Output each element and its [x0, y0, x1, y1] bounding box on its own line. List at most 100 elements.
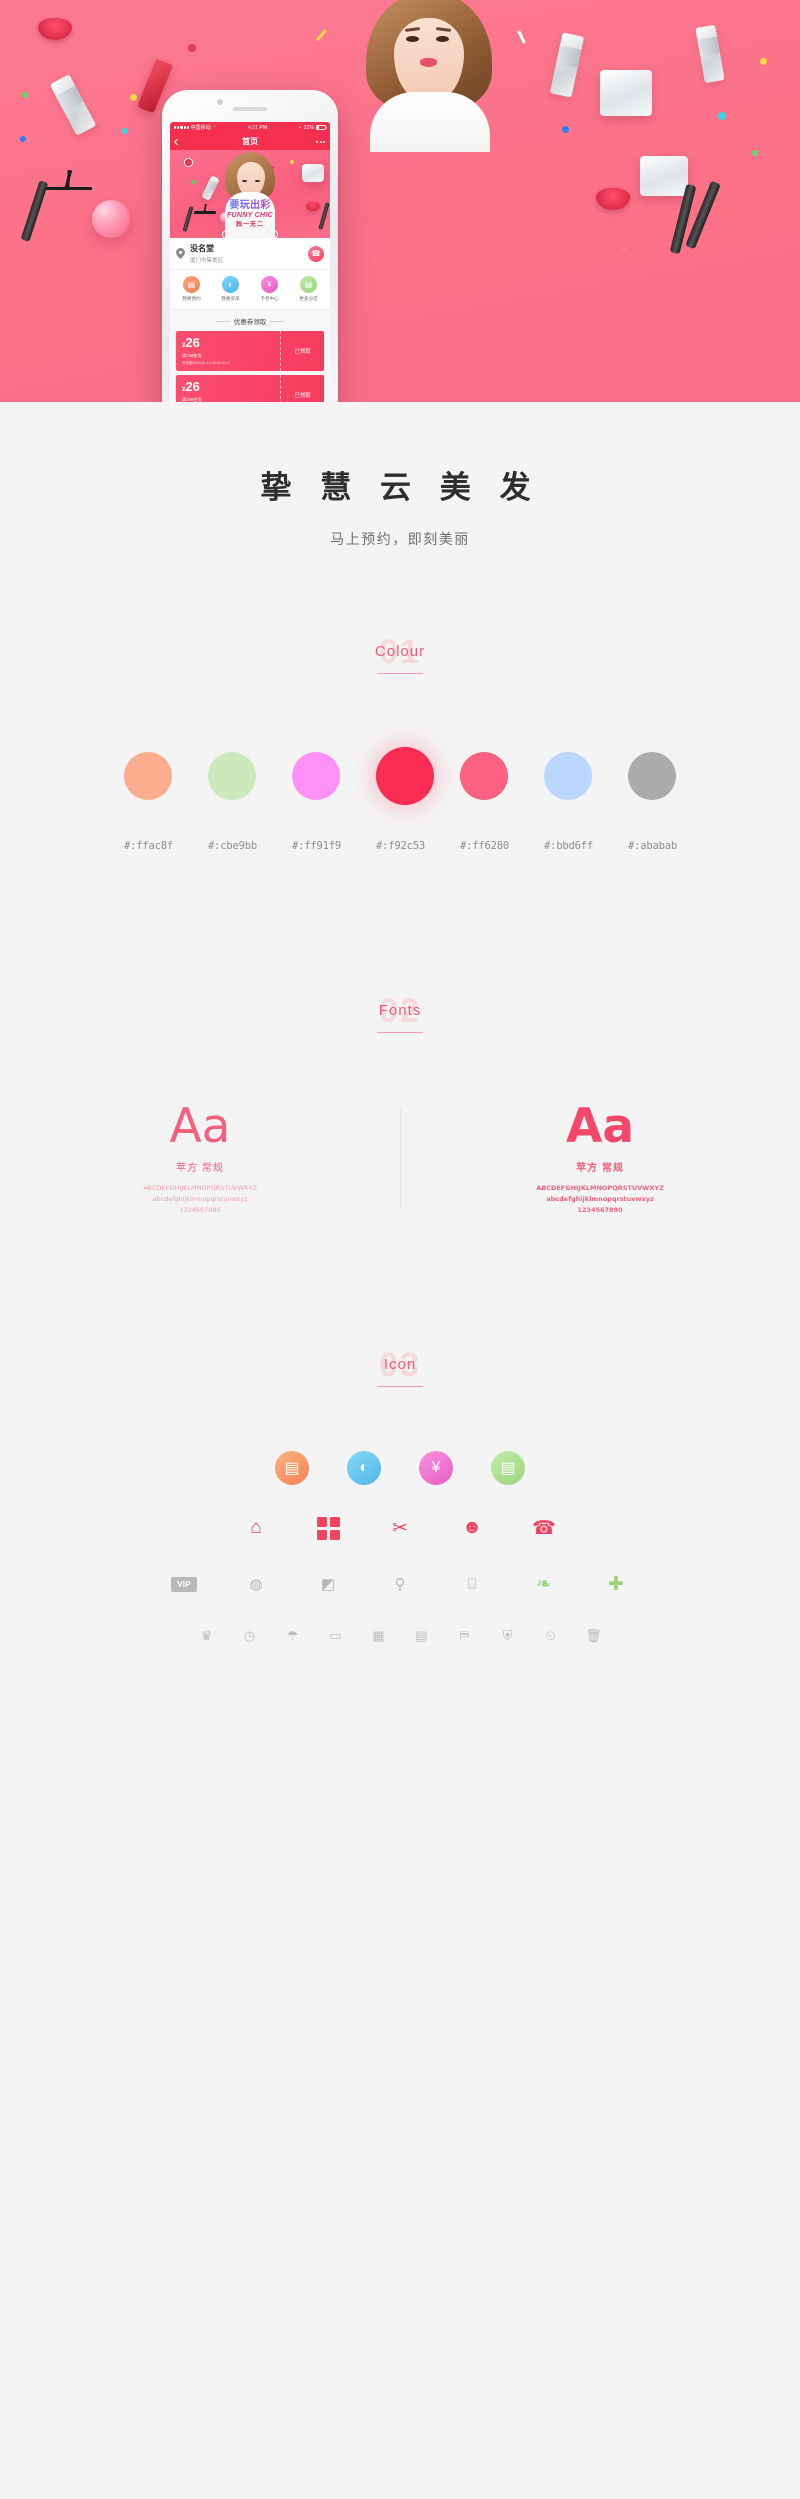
icon-cell[interactable]: ⌂ — [220, 1515, 292, 1541]
icon-cell[interactable]: ♛ — [185, 1623, 228, 1649]
icon-cell[interactable]: ▦ — [357, 1623, 400, 1649]
hero-banner: 中国移动 ⌃ 4:21 PM ⌁ 22% 首页 要玩出彩 FUNNY CHIC … — [0, 0, 800, 402]
alarm-icon: ⏲ — [545, 1628, 556, 1644]
icon-cell[interactable]: ✂ — [364, 1515, 436, 1541]
dot-prop-icon — [192, 180, 196, 184]
coupon-status[interactable]: 已领取 — [280, 375, 324, 402]
battery-icon — [316, 125, 327, 130]
tube-prop-icon — [49, 74, 97, 136]
chevron-left-icon[interactable] — [173, 137, 182, 146]
icon-cell[interactable]: ▤ — [472, 1451, 544, 1486]
icon-cell[interactable]: ▤ — [256, 1451, 328, 1486]
icon-cell[interactable]: ◍ — [220, 1571, 292, 1597]
icon-cell[interactable]: ⚲ — [364, 1571, 436, 1597]
banner-cta[interactable]: 活动专题 · 新品预约 — [222, 230, 278, 238]
colour-swatch[interactable]: #:ff91f9 — [292, 752, 341, 852]
dot-prop-icon — [20, 136, 26, 142]
colour-swatch[interactable]: #:cbe9bb — [208, 752, 257, 852]
icon-cell[interactable]: ◐ — [328, 1451, 400, 1486]
colour-hex-label: #:ababab — [628, 840, 677, 852]
icon-cell[interactable]: ▤ — [400, 1623, 443, 1649]
palette-prop-icon — [640, 156, 688, 196]
coupon-condition: 满298使用 — [182, 353, 202, 358]
dot-prop-icon — [562, 126, 569, 133]
quick-menu-item-coupon[interactable]: ¥ 卡券中心 — [250, 276, 289, 302]
trash-icon: 🗑 — [585, 1628, 602, 1644]
icon-cell[interactable]: ▭ — [314, 1623, 357, 1649]
icon-cell[interactable]: ◩ — [292, 1571, 364, 1597]
icon-cell[interactable]: ⏲ — [529, 1623, 572, 1649]
colour-swatch[interactable]: #:bbd6ff — [544, 752, 593, 852]
colour-hex-label: #:ff6280 — [460, 840, 509, 852]
icon-cell[interactable]: ☻ — [436, 1515, 508, 1541]
wifi-icon: ⌃ — [212, 124, 217, 131]
font-uppercase: ABCDEFGHIJKLMNOPQRSTUVWXYZ — [536, 1184, 664, 1192]
icon-cell[interactable]: ◷ — [228, 1623, 271, 1649]
phone-ring-icon[interactable]: ☎ — [308, 245, 324, 262]
colour-swatch[interactable]: #:ababab — [628, 752, 677, 852]
quick-menu-item-pay[interactable]: ◐ 我要买单 — [211, 276, 250, 302]
colour-disc — [208, 752, 256, 800]
icon-cell[interactable]: ✚ — [580, 1571, 652, 1597]
icon-cell[interactable]: ¥ — [400, 1451, 472, 1486]
plus-circle-icon: ✚ — [608, 1573, 624, 1595]
store-info-row[interactable]: 没名堂 厦门市集美区 ☎ — [170, 238, 330, 270]
brand-title: 挚 慧 云 美 发 — [260, 470, 540, 506]
coupon-list: ¥26 满298使用 有效期2018.01.12-2018.02.12 已领取 … — [170, 331, 330, 402]
icon-cell[interactable]: ⌸ — [436, 1571, 508, 1597]
colour-section-head: 01 Colour — [0, 635, 800, 674]
colour-disc — [628, 752, 676, 800]
icon-cell[interactable]: ❧ — [508, 1571, 580, 1597]
icon-cell[interactable]: VIP — [148, 1576, 220, 1592]
font-name: 苹方 常规 — [176, 1163, 224, 1174]
phone-mockup: 中国移动 ⌃ 4:21 PM ⌁ 22% 首页 要玩出彩 FUNNY CHIC … — [162, 90, 338, 402]
clock-icon: ◷ — [243, 1628, 256, 1644]
icon-cell[interactable]: ☎ — [508, 1515, 580, 1541]
coupon-card[interactable]: ¥26 满298使用 有效期2018.01.12-2018.02.12 已领取 — [176, 375, 324, 402]
section-label: Fonts — [378, 1002, 422, 1019]
eyelash-prop-icon — [44, 170, 92, 190]
colour-swatch[interactable]: #:ffac8f — [124, 752, 173, 852]
colour-swatch-row: #:ffac8f #:cbe9bb #:ff91f9 #:f92c53 #:ff… — [0, 747, 800, 852]
icon-cell[interactable] — [292, 1516, 364, 1540]
coupon-yuan-icon: ¥ — [419, 1451, 453, 1486]
section-label: Colour — [374, 643, 426, 660]
vip-badge-icon: VIP — [171, 1576, 197, 1592]
dot-prop-icon — [122, 128, 128, 134]
cream-jar-prop-icon — [600, 70, 652, 116]
quick-menu-item-stores[interactable]: ▤ 更多分店 — [289, 276, 328, 302]
location-pin-icon: ⚲ — [394, 1576, 406, 1594]
store-name: 没名堂 — [190, 244, 214, 253]
fonts-section-head: 02 Fonts — [0, 994, 800, 1033]
wallet-card-icon: ◐ — [222, 276, 239, 293]
section-rule — [377, 1386, 423, 1388]
colour-swatch[interactable]: #:ff6280 — [460, 752, 509, 852]
icon-cell[interactable]: ⛿ — [443, 1623, 486, 1649]
icon-cell[interactable]: ⛨ — [486, 1623, 529, 1649]
phone-ring-icon: ☎ — [532, 1517, 556, 1539]
font-lowercase: abcdefghijklmnopqrstuvwxyz — [546, 1195, 654, 1204]
page-title: 首页 — [242, 137, 258, 146]
promo-banner[interactable]: 要玩出彩 FUNNY CHIC 独一无二 活动专题 · 新品预约 — [170, 150, 330, 238]
more-dots-icon[interactable] — [316, 140, 325, 143]
coupon-amount: 26 — [185, 335, 200, 350]
colour-disc — [544, 752, 592, 800]
icon-cell[interactable]: 🗑 — [572, 1623, 615, 1649]
status-time: 4:21 PM — [247, 124, 268, 131]
coupon-card[interactable]: ¥26 满298使用 有效期2018.01.12-2018.02.12 已领取 — [176, 331, 324, 371]
font-digits: 1234567890 — [577, 1206, 623, 1215]
icon-cell[interactable]: ☂ — [271, 1623, 314, 1649]
colour-swatch-primary[interactable]: #:f92c53 — [376, 747, 434, 852]
colour-disc — [376, 747, 434, 805]
divider-right — [270, 320, 285, 322]
app-navbar: 首页 — [170, 133, 330, 150]
shop-icon: ▤ — [300, 276, 317, 293]
hero-model-image — [352, 0, 510, 152]
coupon-status[interactable]: 已领取 — [280, 331, 324, 371]
umbrella-icon: ☂ — [286, 1628, 299, 1644]
gift-icon: ⛿ — [459, 1628, 470, 1644]
battery-percent: 22% — [303, 124, 314, 131]
tube-prop-icon — [549, 32, 585, 98]
location-pin-icon — [176, 248, 185, 259]
quick-menu-item-booking[interactable]: ▤ 我要预约 — [172, 276, 211, 302]
